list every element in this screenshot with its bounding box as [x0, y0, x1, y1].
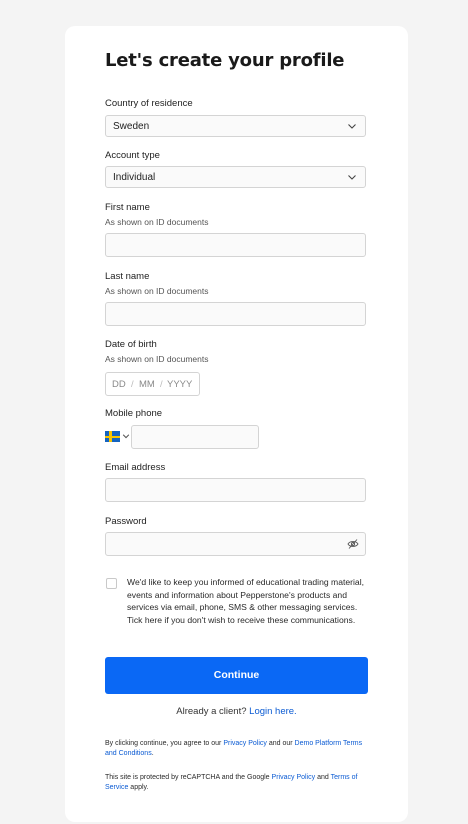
- marketing-opt-out-checkbox[interactable]: [106, 578, 117, 589]
- dob-label: Date of birth: [105, 339, 157, 350]
- recaptcha-middle: and: [317, 774, 329, 781]
- first-name-label: First name: [105, 202, 150, 213]
- chevron-down-icon[interactable]: [122, 432, 130, 440]
- recaptcha-notice: This site is protected by reCAPTCHA and …: [105, 773, 368, 793]
- last-name-input[interactable]: [105, 302, 366, 326]
- email-label: Email address: [105, 462, 166, 473]
- country-value: Sweden: [113, 121, 150, 132]
- already-client-line: Already a client? Login here.: [105, 706, 368, 717]
- account-type-value: Individual: [113, 172, 156, 183]
- google-privacy-policy-link[interactable]: Privacy Policy: [272, 774, 316, 781]
- page-title: Let's create your profile: [105, 50, 345, 71]
- terms-prefix: By clicking continue, you agree to our: [105, 740, 222, 747]
- chevron-down-icon: [348, 175, 356, 180]
- eye-off-icon[interactable]: [347, 538, 359, 550]
- country-select[interactable]: Sweden: [105, 115, 366, 137]
- recaptcha-suffix: apply.: [130, 784, 149, 792]
- mobile-phone-input[interactable]: [131, 425, 259, 449]
- dob-year-input[interactable]: YYYY: [167, 379, 192, 390]
- chevron-down-icon: [348, 124, 356, 129]
- dob-separator: /: [160, 379, 163, 390]
- first-name-input[interactable]: [105, 233, 366, 257]
- signup-card: Let's create your profile Country of res…: [65, 26, 408, 822]
- sweden-flag-icon[interactable]: [105, 431, 120, 442]
- dob-month-input[interactable]: MM: [139, 379, 155, 390]
- first-name-hint: As shown on ID documents: [105, 217, 209, 227]
- terms-suffix: .: [151, 750, 154, 758]
- privacy-policy-link[interactable]: Privacy Policy: [223, 740, 267, 747]
- account-type-label: Account type: [105, 150, 160, 161]
- dob-hint: As shown on ID documents: [105, 354, 209, 364]
- last-name-label: Last name: [105, 271, 150, 282]
- terms-middle: and our: [268, 740, 293, 747]
- already-client-text: Already a client?: [176, 706, 247, 717]
- date-of-birth-field[interactable]: DD / MM / YYYY: [105, 372, 200, 396]
- marketing-consent-text: We'd like to keep you informed of educat…: [127, 577, 364, 625]
- login-link[interactable]: Login here.: [249, 706, 297, 717]
- recaptcha-prefix: This site is protected by reCAPTCHA and …: [105, 774, 270, 781]
- country-label: Country of residence: [105, 98, 193, 109]
- password-input[interactable]: [105, 532, 366, 556]
- email-input[interactable]: [105, 478, 366, 502]
- terms-notice: By clicking continue, you agree to our P…: [105, 739, 368, 759]
- password-label: Password: [105, 516, 147, 527]
- mobile-phone-label: Mobile phone: [105, 408, 163, 419]
- account-type-select[interactable]: Individual: [105, 166, 366, 188]
- continue-button[interactable]: Continue: [105, 657, 368, 694]
- last-name-hint: As shown on ID documents: [105, 286, 209, 296]
- dob-separator: /: [131, 379, 134, 390]
- dob-day-input[interactable]: DD: [112, 379, 126, 390]
